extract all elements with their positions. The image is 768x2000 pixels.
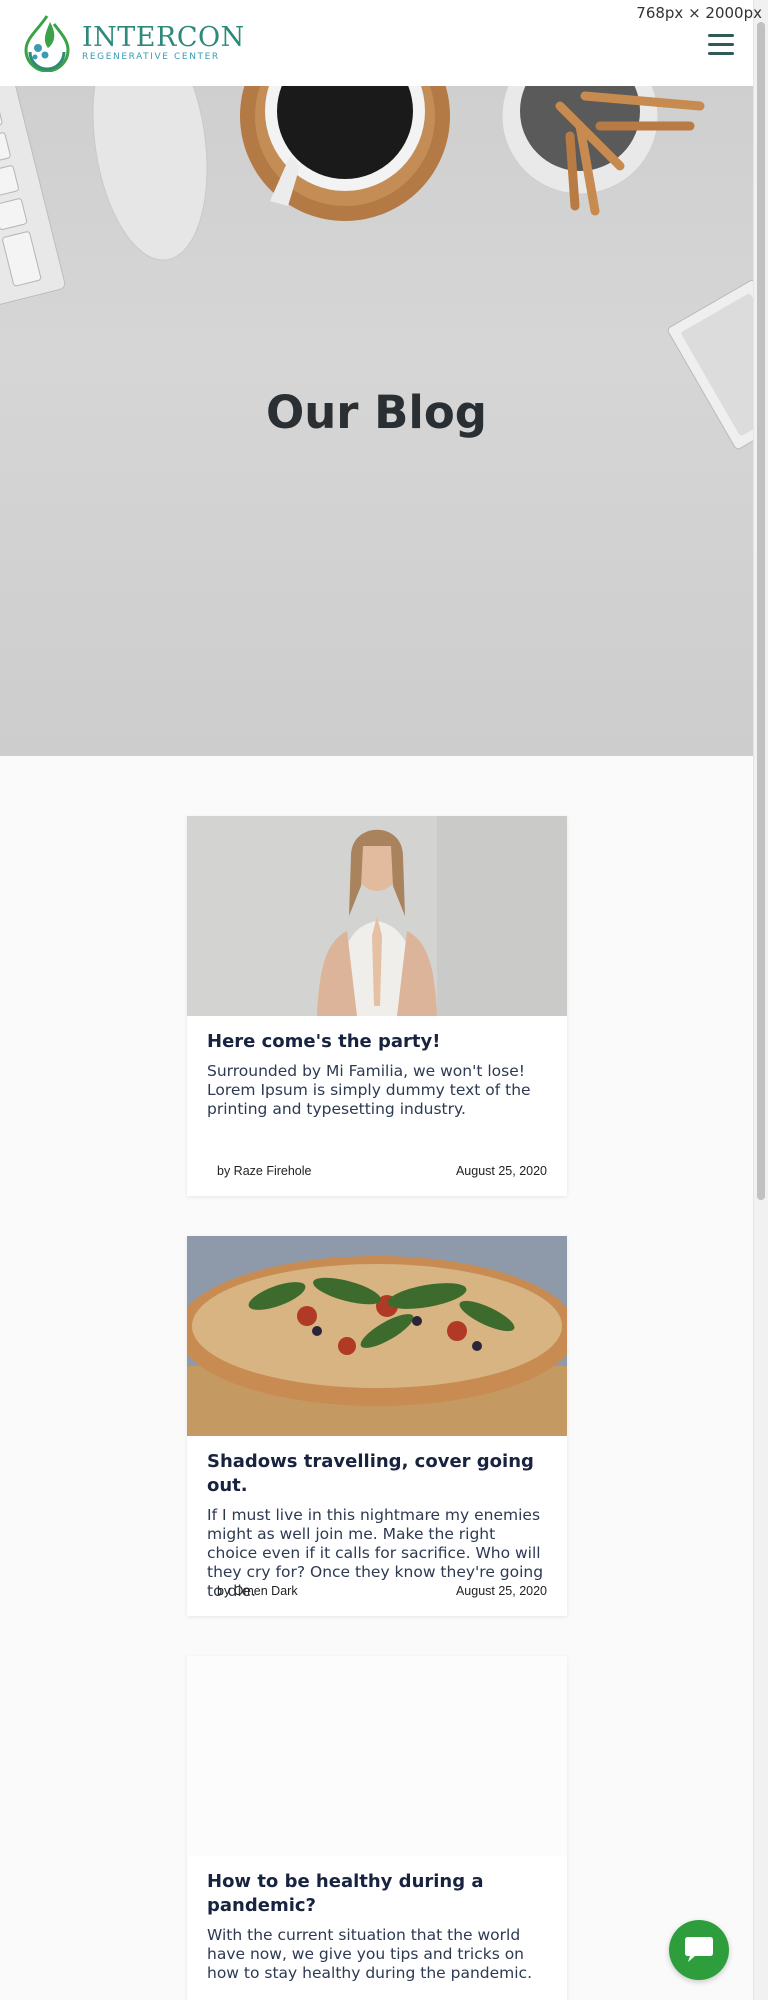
scrollbar[interactable]: [753, 0, 768, 2000]
post-author: by Raze Firehole: [217, 1164, 312, 1178]
pizza-photo[interactable]: [187, 1236, 567, 1436]
drop-logo-icon: [24, 15, 70, 72]
hamburger-menu-icon[interactable]: [708, 34, 734, 56]
brand-logo[interactable]: INTERCON REGENERATIVE CENTER: [20, 12, 245, 72]
blog-post-card[interactable]: How to be healthy during a pandemic? Wit…: [187, 1656, 567, 2000]
blog-post-card[interactable]: Shadows travelling, cover going out. If …: [187, 1236, 567, 1616]
brand-tagline: REGENERATIVE CENTER: [82, 51, 220, 62]
post-excerpt: Surrounded by Mi Familia, we won't lose!…: [207, 1062, 531, 1118]
post-title[interactable]: How to be healthy during a pandemic?: [207, 1870, 547, 1918]
post-date: August 25, 2020: [455, 1164, 547, 1178]
chat-bubble-icon: [685, 1937, 713, 1962]
post-title[interactable]: Shadows travelling, cover going out.: [207, 1450, 547, 1498]
post-date: August 25, 2020: [455, 1584, 547, 1598]
hero-banner: Our Blog: [0, 86, 753, 756]
scrollbar-thumb[interactable]: [757, 22, 765, 1200]
page-title: Our Blog: [265, 386, 487, 439]
post-image-placeholder[interactable]: [187, 1656, 567, 1856]
viewport-size-label: 768px × 2000px: [636, 4, 762, 22]
blog-post-card[interactable]: Here come's the party! Surrounded by Mi …: [187, 816, 567, 1196]
chat-button[interactable]: [669, 1920, 729, 1980]
post-excerpt: With the current situation that the worl…: [207, 1926, 533, 1982]
brand-name: INTERCON: [82, 21, 245, 53]
woman-meditating-photo[interactable]: [187, 816, 567, 1016]
post-author: by Omen Dark: [217, 1584, 298, 1598]
post-title[interactable]: Here come's the party!: [207, 1030, 547, 1054]
